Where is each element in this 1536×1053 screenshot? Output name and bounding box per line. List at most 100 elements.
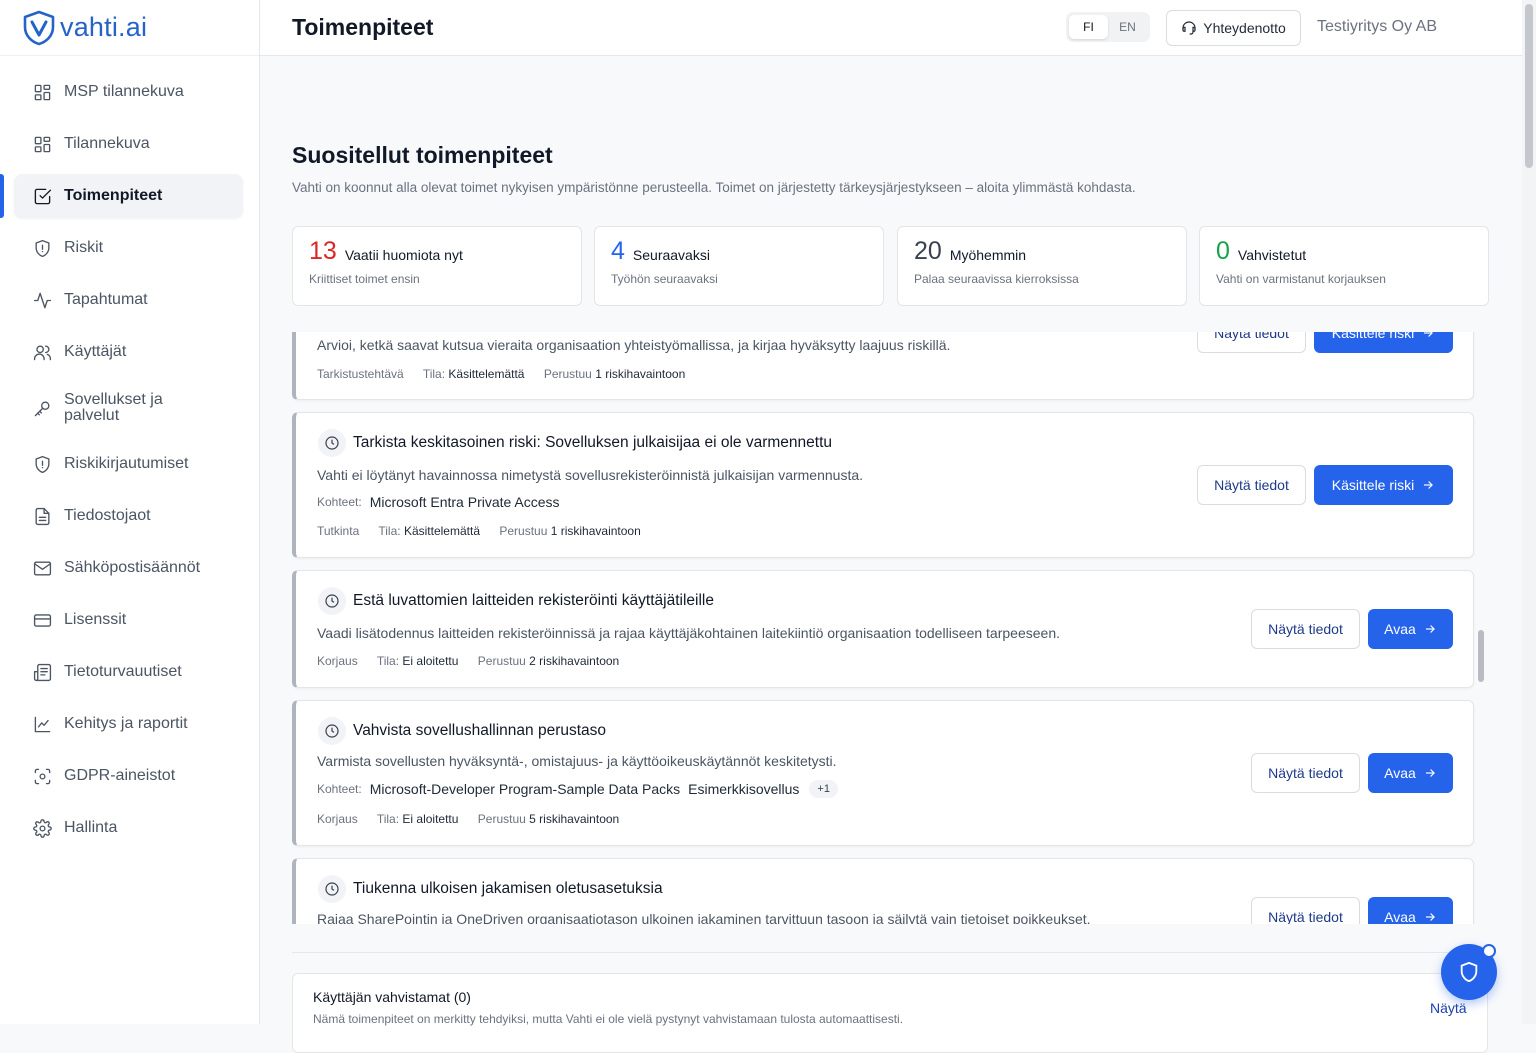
action-type: Korjaus xyxy=(317,654,358,668)
sidebar-item-label: Toimenpiteet xyxy=(64,187,163,204)
action-type: Tutkinta xyxy=(317,524,360,538)
show-details-button[interactable]: Näytä tiedot xyxy=(1251,753,1360,793)
sidebar-item-tilannekuva[interactable]: Tilannekuva xyxy=(14,122,243,166)
show-details-button[interactable]: Näytä tiedot xyxy=(1197,465,1306,505)
lang-fi-button[interactable]: FI xyxy=(1069,15,1108,39)
arrow-right-icon xyxy=(1425,625,1435,633)
arrow-right-icon xyxy=(1425,769,1435,777)
show-details-button[interactable]: Näytä tiedot xyxy=(1251,609,1360,649)
action-card: Tarkista keskitasoinen riski: Sovellukse… xyxy=(292,412,1474,558)
sidebar-item-sahkopostisaannot[interactable]: Sähköpostisäännöt xyxy=(14,546,243,590)
status-label: Tila: xyxy=(378,524,401,538)
shield-alert-icon xyxy=(32,454,52,474)
clock-icon xyxy=(318,587,346,615)
contact-button[interactable]: Yhteydenotto xyxy=(1166,10,1301,46)
sidebar-item-msp-tilannekuva[interactable]: MSP tilannekuva xyxy=(14,70,243,114)
show-details-button[interactable]: Näytä tiedot xyxy=(1251,897,1360,924)
status-label: Tila: xyxy=(376,812,400,826)
action-based-on: 1 riskihavaintoon xyxy=(550,524,641,538)
logo[interactable]: vahti.ai xyxy=(0,0,259,56)
list-scrollbar-thumb[interactable] xyxy=(1478,630,1484,682)
button-label: Avaa xyxy=(1384,765,1416,781)
sidebar-item-label: Hallinta xyxy=(64,819,118,836)
section-title: Suositellut toimenpiteet xyxy=(292,142,553,168)
handle-risk-button[interactable]: Käsittele riski xyxy=(1314,332,1453,353)
action-title: Tarkista keskitasoinen riski: Sovellukse… xyxy=(353,434,833,451)
action-card: Vahvista sovellushallinnan perustaso Var… xyxy=(292,700,1474,846)
button-label: Käsittele riski xyxy=(1331,477,1415,493)
open-button[interactable]: Avaa xyxy=(1368,609,1453,649)
stat-card-now[interactable]: 13 Vaatii huomiota nyt Kriittiset toimet … xyxy=(292,226,582,306)
sidebar-item-kehitys[interactable]: Kehitys ja raportit xyxy=(14,702,243,746)
stat-card-later[interactable]: 20 Myöhemmin Palaa seuraavissa kierroksis… xyxy=(897,226,1187,306)
action-card: Tiukenna ulkoisen jakamisen oletusasetuk… xyxy=(292,858,1474,924)
action-status: Käsittelemättä xyxy=(403,524,480,538)
based-on-label: Perustuu xyxy=(477,812,526,826)
shield-alert-icon xyxy=(32,238,52,258)
users-icon xyxy=(32,342,52,362)
sidebar: vahti.ai MSP tilannekuva Tilannekuva Toi… xyxy=(0,0,260,1024)
action-status: Ei aloitettu xyxy=(402,654,459,668)
divider xyxy=(292,952,1488,953)
language-switcher: FI EN xyxy=(1066,12,1150,42)
user-confirmed-title: Käyttäjän vahvistamat (0) xyxy=(313,989,471,1005)
status-label: Tila: xyxy=(376,654,400,668)
status-label: Tila: xyxy=(422,367,446,381)
lang-en-button[interactable]: EN xyxy=(1108,15,1147,39)
page-title: Toimenpiteet xyxy=(292,14,434,40)
open-button[interactable]: Avaa xyxy=(1368,897,1453,924)
user-confirmed-section: Käyttäjän vahvistamat (0) Nämä toimenpit… xyxy=(292,973,1488,1053)
show-details-button[interactable]: Näytä tiedot xyxy=(1197,332,1306,353)
sidebar-item-lisenssit[interactable]: Lisenssit xyxy=(14,598,243,642)
section-description: Vahti on koonnut alla olevat toimet nyky… xyxy=(292,180,1136,195)
company-name[interactable]: Testiyritys Oy AB xyxy=(1317,18,1437,36)
page-scrollbar-thumb[interactable] xyxy=(1525,4,1533,168)
sidebar-item-hallinta[interactable]: Hallinta xyxy=(14,806,243,850)
sidebar-item-riskit[interactable]: Riskit xyxy=(14,226,243,270)
target-item: Microsoft-Developer Program-Sample Data … xyxy=(369,781,681,797)
scan-icon xyxy=(32,766,52,786)
stat-label: Myöhemmin xyxy=(949,246,1027,263)
action-description: Arvioi, ketkä saavat kutsua vieraita org… xyxy=(317,337,951,353)
check-square-icon xyxy=(32,186,52,206)
actions-list[interactable]: Arvioi, ketkä saavat kutsua vieraita org… xyxy=(292,332,1476,924)
sidebar-item-kayttajat[interactable]: Käyttäjät xyxy=(14,330,243,374)
action-title: Vahvista sovellushallinnan perustaso xyxy=(353,722,607,739)
action-based-on: 2 riskihavaintoon xyxy=(529,654,620,668)
mail-icon xyxy=(32,558,52,578)
action-description: Rajaa SharePointin ja OneDriven organisa… xyxy=(317,911,1091,924)
arrow-right-icon xyxy=(1424,481,1434,489)
sidebar-item-toimenpiteet[interactable]: Toimenpiteet xyxy=(0,174,243,218)
open-button[interactable]: Avaa xyxy=(1368,753,1453,793)
sidebar-item-gdpr[interactable]: GDPR-aineistot xyxy=(14,754,243,798)
sidebar-item-tiedostojaot[interactable]: Tiedostojaot xyxy=(14,494,243,538)
line-chart-icon xyxy=(32,714,52,734)
stat-sub: Palaa seuraavissa kierroksissa xyxy=(914,272,1079,286)
targets-label: Kohteet: xyxy=(317,782,362,796)
sidebar-nav: MSP tilannekuva Tilannekuva Toimenpiteet… xyxy=(0,56,259,850)
more-targets-badge[interactable]: +1 xyxy=(809,780,838,798)
sidebar-item-label: Riskit xyxy=(64,239,104,256)
sidebar-item-riskikirjautumiset[interactable]: Riskikirjautumiset xyxy=(14,442,243,486)
sidebar-item-tapahtumat[interactable]: Tapahtumat xyxy=(14,278,243,322)
sidebar-item-label: Tiedostojaot xyxy=(64,507,151,524)
notification-dot xyxy=(1482,944,1496,958)
sidebar-item-label: MSP tilannekuva xyxy=(64,83,184,100)
stat-label: Vahvistetut xyxy=(1237,246,1307,263)
headset-icon xyxy=(1182,21,1196,35)
action-title: Tiukenna ulkoisen jakamisen oletusasetuk… xyxy=(353,880,663,897)
show-confirmed-link[interactable]: Näytä xyxy=(1430,1000,1467,1016)
clock-icon xyxy=(318,717,346,745)
stat-card-confirmed[interactable]: 0 Vahvistetut Vahti on varmistanut korjau… xyxy=(1199,226,1489,306)
clock-icon xyxy=(318,429,346,457)
button-label: Avaa xyxy=(1384,621,1416,637)
handle-risk-button[interactable]: Käsittele riski xyxy=(1314,465,1453,505)
sidebar-item-label: Sovellukset ja palvelut xyxy=(64,391,163,424)
sidebar-item-tietoturvauutiset[interactable]: Tietoturvauutiset xyxy=(14,650,243,694)
stat-card-next[interactable]: 4 Seuraavaksi Työhön seuraavaksi xyxy=(594,226,884,306)
grid-icon xyxy=(32,82,52,102)
action-status: Ei aloitettu xyxy=(402,812,459,826)
action-description: Vahti ei löytänyt havainnossa nimetystä … xyxy=(317,467,864,483)
sidebar-item-sovellukset[interactable]: Sovellukset ja palvelut xyxy=(14,382,243,434)
stat-sub: Kriittiset toimet ensin xyxy=(309,272,420,286)
